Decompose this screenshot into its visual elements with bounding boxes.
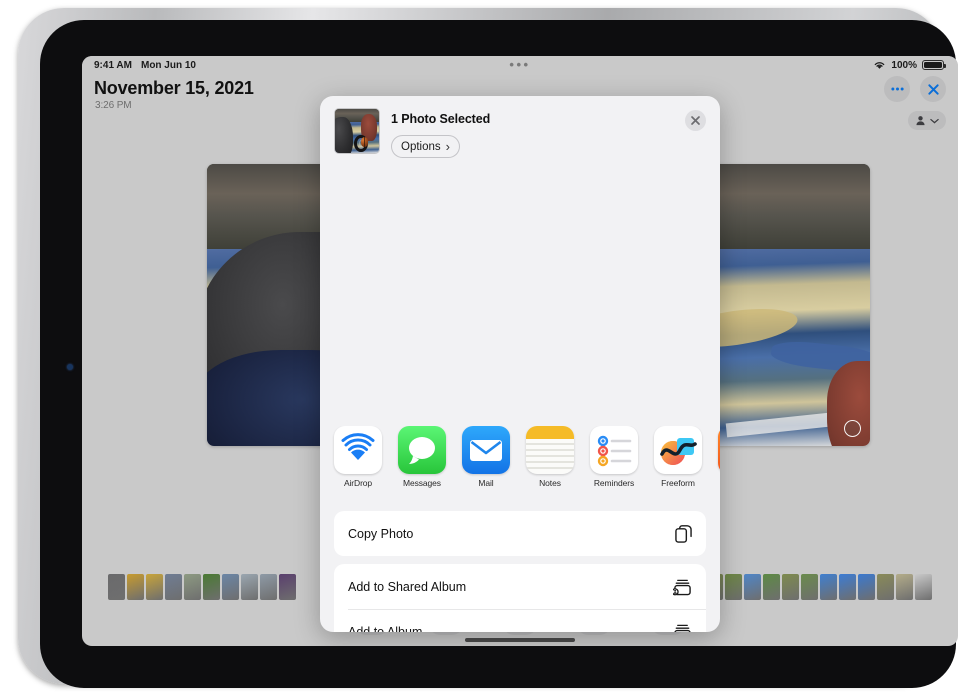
share-app-freeform[interactable]: Freeform <box>654 426 702 501</box>
chevron-right-icon: › <box>445 139 450 154</box>
filmstrip-thumb-r5[interactable] <box>763 574 780 600</box>
add-album-icon <box>673 623 692 632</box>
app-label: Freeform <box>661 478 695 488</box>
share-apps-row: AirDrop Messages Mail Notes Reminders Fr… <box>320 426 720 501</box>
battery-percent: 100% <box>891 59 917 71</box>
page-title: November 15, 2021 <box>94 78 254 98</box>
copy-icon <box>675 524 692 543</box>
filmstrip-thumb-1[interactable] <box>127 574 144 600</box>
filmstrip-thumb-2[interactable] <box>146 574 163 600</box>
ipad-screen: 9:41 AM Mon Jun 10 ••• 100% November 15,… <box>82 56 958 646</box>
books-icon <box>718 426 720 474</box>
share-header-text: 1 Photo Selected Options › <box>391 108 490 168</box>
share-sheet-header: 1 Photo Selected Options › <box>320 96 720 168</box>
close-icon <box>691 116 700 125</box>
filmstrip-thumb-6[interactable] <box>222 574 239 600</box>
device-body: 9:41 AM Mon Jun 10 ••• 100% November 15,… <box>40 20 958 688</box>
filmstrip-thumb-r8[interactable] <box>820 574 837 600</box>
app-label: Books <box>718 478 720 488</box>
filmstrip-thumb-r9[interactable] <box>839 574 856 600</box>
filmstrip-thumb-r7[interactable] <box>801 574 818 600</box>
filmstrip-thumb-5[interactable] <box>203 574 220 600</box>
app-label: Reminders <box>593 478 635 488</box>
shared-album-icon <box>673 578 692 596</box>
filmstrip-thumb-r12[interactable] <box>896 574 913 600</box>
device-frame: 9:41 AM Mon Jun 10 ••• 100% November 15,… <box>18 8 958 688</box>
filmstrip-thumb-r4[interactable] <box>744 574 761 600</box>
freeform-icon <box>654 426 702 474</box>
status-bar-right: 100% <box>873 59 946 71</box>
thumbnail-artwork <box>335 109 379 153</box>
chevron-down-icon <box>930 118 939 123</box>
home-indicator[interactable] <box>465 638 575 642</box>
filmstrip-thumb-7[interactable] <box>241 574 258 600</box>
airdrop-icon <box>334 426 382 474</box>
wifi-icon <box>875 62 885 69</box>
app-label: AirDrop <box>343 478 373 488</box>
options-label: Options <box>401 140 441 153</box>
action-label: Add to Album <box>348 624 423 633</box>
battery-icon <box>922 60 946 70</box>
filmstrip-thumb-3[interactable] <box>165 574 182 600</box>
selection-ring[interactable] <box>844 420 861 437</box>
share-sheet-photo-window <box>320 168 720 423</box>
share-app-notes[interactable]: Notes <box>526 426 574 501</box>
app-label: Mail <box>478 478 494 488</box>
ellipsis-icon <box>890 87 904 91</box>
action-add-to-album[interactable]: Add to Album <box>334 609 706 632</box>
filmstrip-thumb-0[interactable] <box>108 574 125 600</box>
options-button[interactable]: Options › <box>391 135 460 158</box>
action-label: Copy Photo <box>348 526 414 541</box>
filmstrip-thumb-r11[interactable] <box>877 574 894 600</box>
close-viewer-button[interactable] <box>920 76 946 102</box>
notes-icon <box>526 426 574 474</box>
share-sheet: 1 Photo Selected Options › AirDrop Messa… <box>320 96 720 632</box>
action-add-to-shared-album[interactable]: Add to Shared Album <box>334 564 706 609</box>
filmstrip-thumb-4[interactable] <box>184 574 201 600</box>
share-actions-group-2: Add to Shared Album Add to Album <box>334 564 706 632</box>
action-copy-photo[interactable]: Copy Photo <box>334 511 706 556</box>
share-app-reminders[interactable]: Reminders <box>590 426 638 501</box>
share-title: 1 Photo Selected <box>391 112 491 126</box>
camera-indicator-dot <box>67 364 73 370</box>
filmstrip-thumb-r6[interactable] <box>782 574 799 600</box>
filmstrip-thumb-r3[interactable] <box>725 574 742 600</box>
share-actions-group-1: Copy Photo <box>334 511 706 556</box>
filmstrip-thumb-r10[interactable] <box>858 574 875 600</box>
filmstrip-thumb-r13[interactable] <box>915 574 932 600</box>
share-thumbnail <box>334 108 380 154</box>
close-icon <box>927 83 939 95</box>
share-app-messages[interactable]: Messages <box>398 426 446 501</box>
filmstrip-thumb-9[interactable] <box>279 574 296 600</box>
app-label: Messages <box>403 478 441 488</box>
multitasking-handle[interactable]: ••• <box>82 58 958 71</box>
filmstrip-thumb-8[interactable] <box>260 574 277 600</box>
app-label: Notes <box>539 478 561 488</box>
reminders-icon <box>590 426 638 474</box>
mail-icon <box>462 426 510 474</box>
page-subtitle: 3:26 PM <box>95 100 132 111</box>
share-close-button[interactable] <box>685 110 706 131</box>
messages-icon <box>398 426 446 474</box>
share-app-books[interactable]: Books <box>718 426 720 501</box>
action-label: Add to Shared Album <box>348 579 467 594</box>
more-options-button[interactable] <box>884 76 910 102</box>
share-app-mail[interactable]: Mail <box>462 426 510 501</box>
status-bar: 9:41 AM Mon Jun 10 ••• 100% <box>82 56 958 74</box>
share-app-airdrop[interactable]: AirDrop <box>334 426 382 501</box>
header-actions <box>884 76 946 102</box>
